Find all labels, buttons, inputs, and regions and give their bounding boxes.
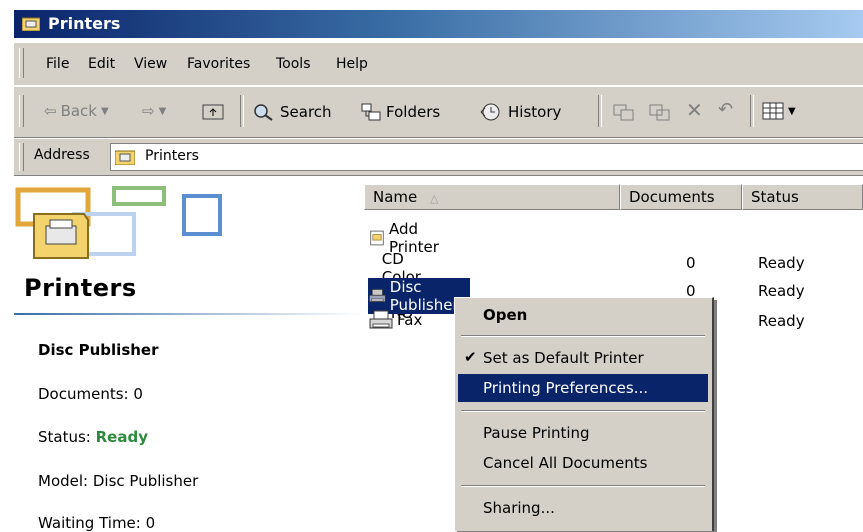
menu-help[interactable]: Help (336, 56, 368, 72)
chevron-down-icon: ▼ (788, 105, 796, 117)
waiting-time-info: Waiting Time: 0 (38, 514, 156, 532)
delete-x-icon: ✕ (686, 98, 703, 122)
views-button[interactable]: ▼ (762, 102, 796, 120)
status-label: Status: (38, 428, 96, 446)
info-pane: Printers Disc Publisher Documents: 0 Sta… (14, 178, 365, 532)
move-to-icon (613, 104, 634, 121)
menu-item-sharing[interactable]: Sharing... (458, 494, 708, 522)
menu-separator (461, 485, 705, 487)
history-label: History (508, 103, 562, 121)
column-header-status[interactable]: Status (742, 184, 863, 210)
folders-label: Folders (386, 103, 441, 121)
history-icon (480, 103, 500, 121)
copy-to-button[interactable] (648, 102, 672, 122)
add-printer-icon (370, 230, 384, 246)
list-item-name: Fax (368, 308, 426, 332)
menu-item-cancel-all-label: Cancel All Documents (483, 454, 648, 472)
title-bar[interactable]: Printers (14, 10, 863, 38)
back-button[interactable]: ⇦ Back ▼ (44, 102, 109, 120)
context-menu: Open ✔ Set as Default Printer Printing P… (454, 297, 714, 531)
menu-tools[interactable]: Tools (276, 56, 311, 72)
list-item-status: Ready (758, 312, 805, 330)
folders-icon (361, 103, 381, 121)
list-item-status: Ready (758, 254, 805, 272)
menu-file[interactable]: File (46, 56, 69, 72)
printers-folder-icon (115, 150, 135, 165)
menu-item-printing-preferences[interactable]: Printing Preferences... (458, 374, 708, 402)
forward-button[interactable]: ⇨ ▼ (142, 102, 166, 120)
list-item-label: Fax (397, 311, 423, 329)
search-button[interactable]: Search (252, 102, 332, 122)
menu-item-set-default-printer[interactable]: ✔ Set as Default Printer (458, 344, 708, 372)
column-header-documents-label: Documents (629, 188, 715, 206)
forward-arrow-icon: ⇨ (142, 102, 155, 120)
address-label: Address (34, 147, 90, 163)
fax-icon (369, 310, 393, 329)
toolbar-separator (750, 95, 754, 127)
toolbar: ⇦ Back ▼ ⇨ ▼ Search Folders History ✕ ↶ … (14, 86, 863, 138)
addressbar-grip[interactable] (19, 143, 24, 171)
menu-separator (461, 410, 705, 412)
toolbar-separator (240, 95, 244, 127)
printers-folder-icon (22, 17, 40, 31)
documents-info: Documents: 0 (38, 385, 143, 403)
up-folder-icon (202, 104, 224, 120)
menu-item-sharing-label: Sharing... (483, 499, 555, 517)
column-header-name-label: Name (373, 188, 418, 206)
menu-edit[interactable]: Edit (88, 56, 115, 72)
pane-title: Printers (24, 274, 137, 302)
delete-button[interactable]: ✕ (686, 98, 703, 122)
menu-item-pause-printing-label: Pause Printing (483, 424, 590, 442)
column-header-documents[interactable]: Documents (620, 184, 742, 210)
address-field[interactable]: Printers (110, 143, 863, 171)
status-value: Ready (95, 428, 148, 446)
search-label: Search (280, 103, 332, 121)
printers-banner-icon (15, 186, 222, 259)
model-info: Model: Disc Publisher (38, 472, 199, 490)
menubar-grip[interactable] (19, 48, 24, 78)
selected-printer-name: Disc Publisher (38, 341, 159, 359)
menu-favorites[interactable]: Favorites (187, 56, 250, 72)
address-value: Printers (145, 148, 199, 164)
status-info: Status: Ready (38, 428, 148, 446)
search-icon (254, 104, 273, 121)
chevron-down-icon: ▼ (101, 105, 109, 117)
toolbar-grip[interactable] (19, 95, 24, 127)
printer-icon (369, 289, 386, 303)
undo-icon: ↶ (718, 99, 734, 120)
sort-ascending-icon: △ (430, 192, 439, 205)
menu-separator (461, 335, 705, 337)
chevron-down-icon: ▼ (158, 105, 167, 117)
menu-item-pause-printing[interactable]: Pause Printing (458, 419, 708, 447)
menu-view[interactable]: View (134, 56, 167, 72)
menu-bar: File Edit View Favorites Tools Help (14, 42, 863, 85)
views-grid-icon (762, 102, 784, 120)
up-folder-button[interactable] (202, 102, 224, 120)
column-header-status-label: Status (751, 188, 799, 206)
menu-item-open[interactable]: Open (458, 301, 708, 329)
folders-button[interactable]: Folders (360, 102, 440, 122)
undo-button[interactable]: ↶ (718, 99, 733, 120)
menu-item-printing-preferences-label: Printing Preferences... (483, 379, 648, 397)
menu-item-cancel-all-documents[interactable]: Cancel All Documents (458, 449, 708, 477)
menu-item-open-label: Open (483, 306, 528, 324)
address-bar: Address Printers (14, 138, 863, 176)
list-item-documents: 0 (686, 254, 696, 272)
window-title: Printers (48, 14, 121, 33)
column-header-name[interactable]: Name △ (364, 184, 620, 210)
pane-title-rule (14, 313, 364, 315)
checkmark-icon: ✔ (464, 348, 477, 366)
back-arrow-icon: ⇦ (44, 102, 57, 120)
move-to-button[interactable] (612, 102, 636, 122)
copy-to-icon (649, 104, 670, 121)
menu-item-set-default-label: Set as Default Printer (483, 349, 644, 367)
toolbar-separator (598, 95, 602, 127)
list-item-status: Ready (758, 282, 805, 300)
back-label: Back (60, 102, 97, 120)
history-button[interactable]: History (478, 102, 561, 122)
